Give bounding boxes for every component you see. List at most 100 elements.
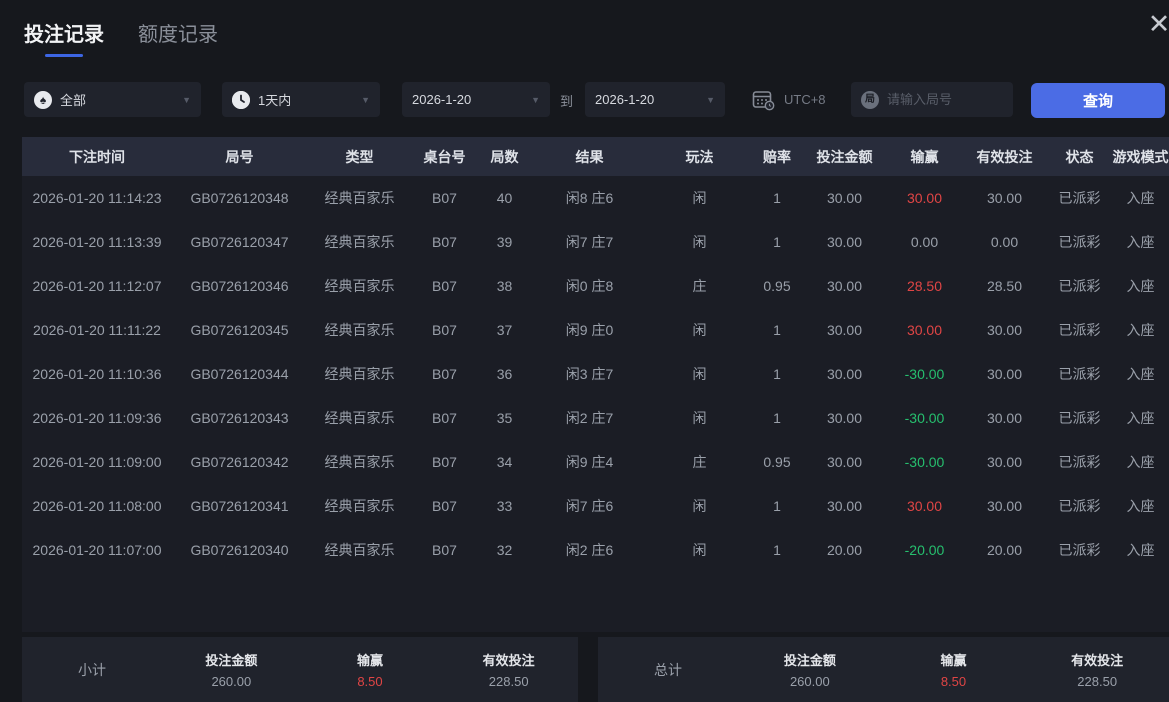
cell-game-type: 经典百家乐 xyxy=(324,278,395,294)
cell-round-id: GB0726120340 xyxy=(190,542,289,558)
round-input[interactable] xyxy=(887,92,997,107)
cell-result: 闲3 庄7 xyxy=(565,366,614,382)
column-header-game-mode: 游戏模式 xyxy=(1112,148,1169,165)
subtotal-panel: 小计 投注金额 260.00 输赢 8.50 有效投注 228.50 xyxy=(22,637,578,702)
cell-bet-amount: 30.00 xyxy=(826,190,863,206)
total-valid-bet: 有效投注 228.50 xyxy=(1025,650,1169,689)
cell-valid-bet: 30.00 xyxy=(986,366,1023,382)
cell-table-no: B07 xyxy=(432,498,457,514)
cell-valid-bet: 30.00 xyxy=(986,498,1023,514)
bet-amount-label: 投注金额 xyxy=(783,653,836,668)
cell-odds: 1 xyxy=(773,366,781,382)
cell-win-loss: -30.00 xyxy=(904,410,945,426)
cell-play-type: 闲 xyxy=(692,234,707,250)
winloss-label: 输赢 xyxy=(356,653,383,668)
column-header-status: 状态 xyxy=(1065,148,1094,165)
cell-valid-bet: 30.00 xyxy=(986,322,1023,338)
column-header-odds: 赔率 xyxy=(763,148,791,165)
cell-play-type: 庄 xyxy=(692,454,707,470)
cell-bet-time: 2026-01-20 11:11:22 xyxy=(33,322,161,338)
cell-win-loss: -30.00 xyxy=(904,366,945,382)
close-icon[interactable]: ✕ xyxy=(1141,6,1169,42)
cell-odds: 1 xyxy=(773,190,781,206)
cell-bet-amount: 30.00 xyxy=(826,498,863,514)
cell-status: 已派彩 xyxy=(1058,454,1101,470)
cell-win-loss: -20.00 xyxy=(904,542,945,558)
cell-win-loss: 28.50 xyxy=(906,278,943,294)
timezone-indicator: UTC+8 xyxy=(752,82,826,117)
to-label: 到 xyxy=(560,94,574,109)
cell-bet-time: 2026-01-20 11:14:23 xyxy=(32,190,162,206)
cell-valid-bet: 28.50 xyxy=(986,278,1023,294)
cell-round-no: 38 xyxy=(496,278,513,294)
calendar-clock-icon xyxy=(752,89,775,111)
date-to-picker[interactable]: 2026-1-20 ▼ xyxy=(585,82,725,117)
bet-amount-value: 260.00 xyxy=(211,674,252,689)
cell-round-id: GB0726120346 xyxy=(190,278,289,294)
cell-win-loss: 30.00 xyxy=(906,190,943,206)
cell-round-id: GB0726120347 xyxy=(190,234,289,250)
clock-icon xyxy=(232,90,250,109)
cell-result: 闲2 庄6 xyxy=(565,542,614,558)
cell-bet-time: 2026-01-20 11:09:36 xyxy=(32,410,162,426)
bet-amount-value: 260.00 xyxy=(789,674,830,689)
query-button[interactable]: 查询 xyxy=(1031,83,1165,118)
round-icon: 局 xyxy=(861,90,879,109)
chevron-down-icon: ▼ xyxy=(706,94,715,105)
cell-game-type: 经典百家乐 xyxy=(324,366,395,382)
cell-table-no: B07 xyxy=(432,410,457,426)
valid-bet-label: 有效投注 xyxy=(482,653,535,668)
column-header-table-no: 桌台号 xyxy=(423,148,466,165)
total-label: 总计 xyxy=(654,661,682,678)
cell-game-type: 经典百家乐 xyxy=(324,190,395,206)
cell-game-type: 经典百家乐 xyxy=(324,234,395,250)
table-body: 2026-01-20 11:14:23 GB0726120348 经典百家乐 B07 4… xyxy=(22,176,1169,632)
time-range-dropdown[interactable]: 1天内 ▼ xyxy=(222,82,380,117)
table-header-row: 下注时间 局号 类型 桌台号 局数 结果 玩法 赔率 投注金额 输赢 有效投注 状态 游戏模式 xyxy=(22,137,1169,176)
cell-play-type: 闲 xyxy=(692,498,707,514)
cell-game-type: 经典百家乐 xyxy=(324,322,395,338)
timezone-label: UTC+8 xyxy=(784,92,826,107)
cell-table-no: B07 xyxy=(432,234,457,250)
cell-bet-time: 2026-01-20 11:10:36 xyxy=(32,366,162,382)
cell-play-type: 庄 xyxy=(692,278,707,294)
column-header-round-no: 局数 xyxy=(490,148,519,165)
total-bet-amount: 投注金额 260.00 xyxy=(738,650,882,689)
cell-round-no: 33 xyxy=(496,498,513,514)
cell-play-type: 闲 xyxy=(692,542,707,558)
table-row: 2026-01-20 11:07:00 GB0726120340 经典百家乐 B07 3… xyxy=(22,528,1169,572)
cell-bet-time: 2026-01-20 11:09:00 xyxy=(32,454,162,470)
table-row: 2026-01-20 11:14:23 GB0726120348 经典百家乐 B07 4… xyxy=(22,176,1169,220)
cell-valid-bet: 30.00 xyxy=(986,454,1023,470)
cell-result: 闲7 庄7 xyxy=(565,234,614,250)
cell-odds: 1 xyxy=(773,542,781,558)
cell-result: 闲9 庄4 xyxy=(565,454,614,470)
cell-round-id: GB0726120344 xyxy=(190,366,289,382)
time-range-value: 1天内 xyxy=(258,93,292,108)
tab-quota-records[interactable]: 额度记录 xyxy=(138,18,218,57)
tab-bet-records[interactable]: 投注记录 xyxy=(24,18,104,57)
cell-bet-time: 2026-01-20 11:13:39 xyxy=(32,234,162,250)
cell-bet-amount: 30.00 xyxy=(826,234,863,250)
chevron-down-icon: ▼ xyxy=(361,94,370,105)
cell-game-mode: 入座 xyxy=(1126,410,1155,426)
cell-bet-time: 2026-01-20 11:07:00 xyxy=(32,542,162,558)
cell-odds: 0.95 xyxy=(763,278,791,294)
date-from-picker[interactable]: 2026-1-20 ▼ xyxy=(402,82,550,117)
game-type-dropdown[interactable]: ♠ 全部 ▼ xyxy=(24,82,201,117)
date-to-value: 2026-1-20 xyxy=(595,92,655,107)
valid-bet-label: 有效投注 xyxy=(1071,653,1124,668)
cell-game-mode: 入座 xyxy=(1126,454,1155,470)
cell-game-mode: 入座 xyxy=(1126,234,1155,250)
cell-bet-amount: 30.00 xyxy=(826,366,863,382)
cell-odds: 1 xyxy=(773,322,781,338)
column-header-round-id: 局号 xyxy=(225,148,254,165)
cell-result: 闲2 庄7 xyxy=(565,410,614,426)
cell-bet-time: 2026-01-20 11:12:07 xyxy=(32,278,162,294)
table-row: 2026-01-20 11:11:22 GB0726120345 经典百家乐 B07 3… xyxy=(22,308,1169,352)
cell-bet-time: 2026-01-20 11:08:00 xyxy=(32,498,162,514)
cell-table-no: B07 xyxy=(432,454,457,470)
round-search-field[interactable]: 局 xyxy=(851,82,1013,117)
cell-round-no: 34 xyxy=(496,454,513,470)
cell-game-type: 经典百家乐 xyxy=(324,410,395,426)
